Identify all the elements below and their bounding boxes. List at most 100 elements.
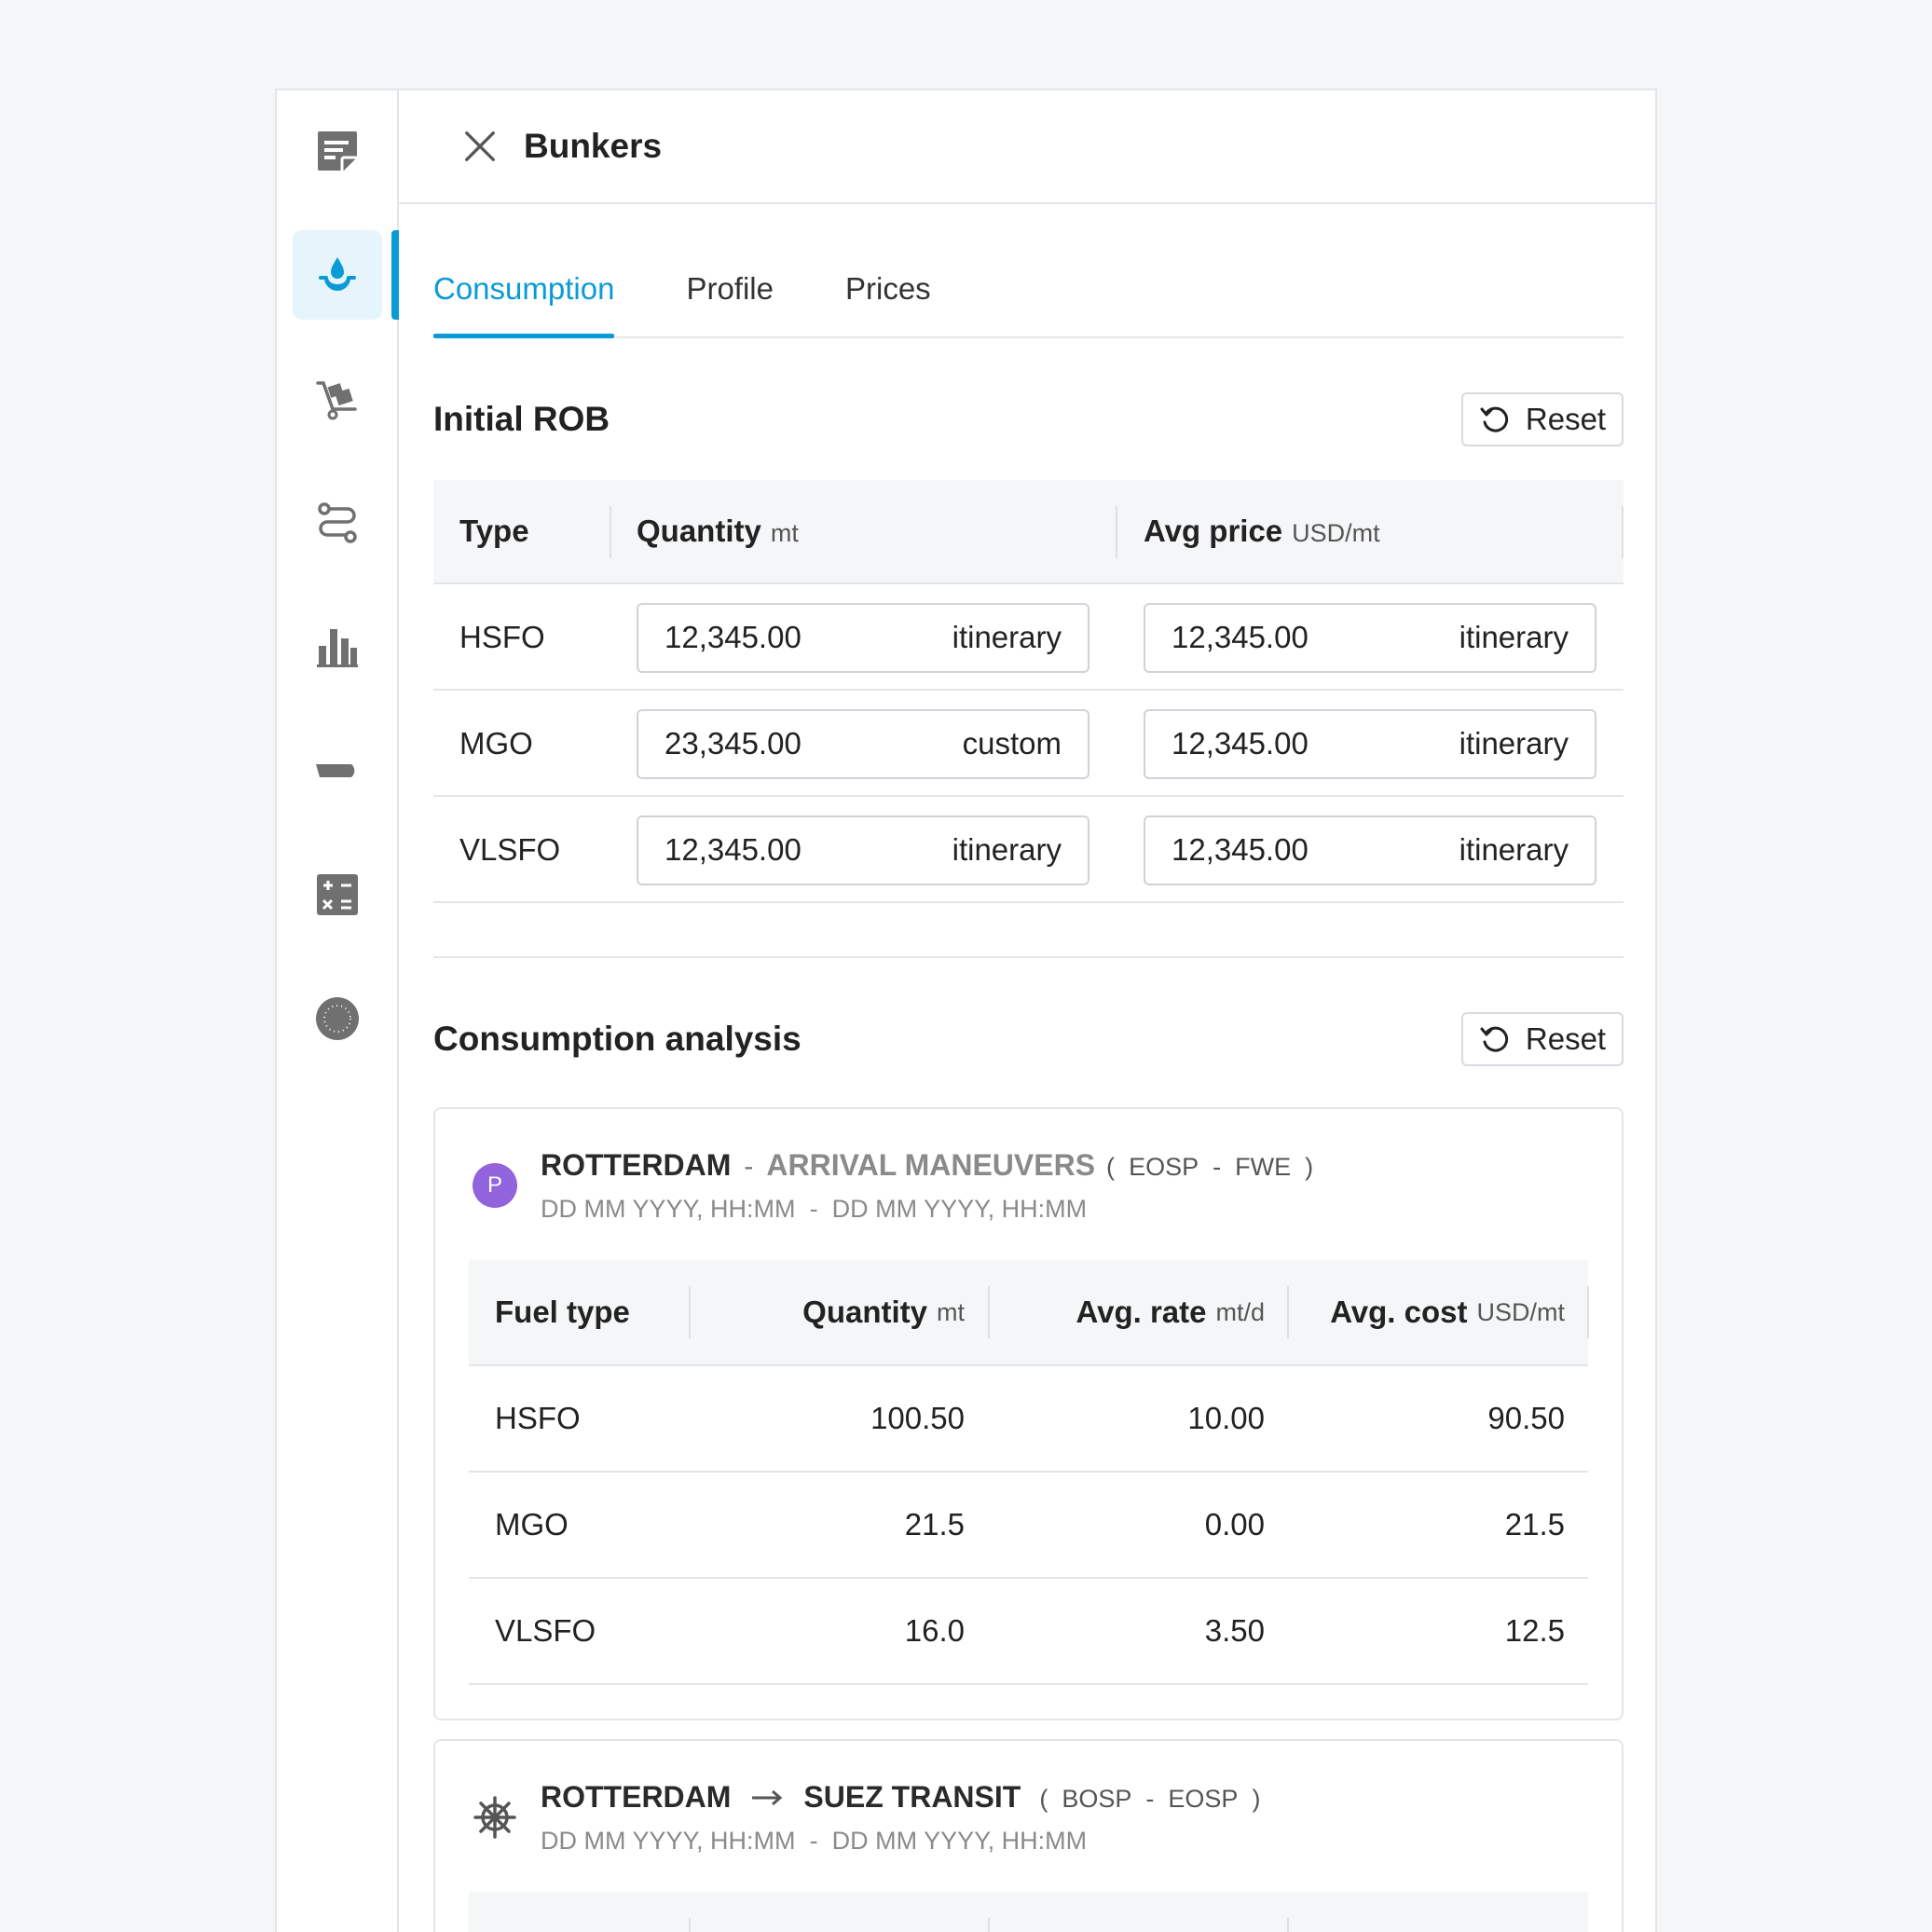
column-separator (988, 1918, 990, 1932)
cost-value: 90.50 (1487, 1401, 1565, 1435)
tab-prices[interactable]: Prices (845, 271, 931, 336)
price-value: 12,345.00 (1172, 620, 1309, 654)
port-badge: P (473, 1163, 517, 1208)
quantity-value: 23,345.00 (665, 726, 802, 760)
column-avg-cost-unit: USD/mt (1476, 1297, 1566, 1326)
column-fuel-type: Fuel type (495, 1295, 630, 1329)
reset-icon (1480, 406, 1509, 432)
port-name: ROTTERDAM (541, 1148, 732, 1182)
quantity-source: custom (962, 726, 1062, 760)
quantity-source: itinerary (952, 832, 1062, 867)
card-header: ROTTERDAM SUEZ TRANSIT ( BOSP - EOSP ) D… (435, 1741, 1622, 1892)
quantity-input[interactable]: 23,345.00 custom (637, 708, 1089, 779)
column-separator (1587, 1286, 1589, 1338)
price-value: 12,345.00 (1172, 726, 1309, 760)
table-row: HSFO 12,345.00 itinerary 12,345.00 itinera… (433, 584, 1624, 691)
sidebar-item-calculator[interactable] (293, 850, 382, 939)
column-separator (1116, 506, 1117, 558)
origin-port: ROTTERDAM (541, 1780, 732, 1814)
table-header (469, 1892, 1588, 1932)
reset-button[interactable]: Reset (1461, 392, 1624, 446)
price-input[interactable]: 12,345.00 itinerary (1144, 708, 1596, 779)
column-avg-price-label: Avg price (1144, 514, 1283, 548)
section-title: Consumption analysis (433, 1020, 802, 1058)
sidebar-active-indicator (391, 230, 399, 320)
event-range: ( EOSP - FWE ) (1106, 1153, 1313, 1182)
leg-route: ROTTERDAM SUEZ TRANSIT ( BOSP - EOSP ) (541, 1780, 1260, 1815)
panel-title: Bunkers (524, 127, 663, 165)
quantity-value: 16.0 (904, 1613, 965, 1648)
column-quantity-label: Quantity (802, 1295, 927, 1329)
row-divider (433, 901, 610, 903)
initial-rob-header: Initial ROB Reset (433, 338, 1624, 500)
quantity-source: itinerary (952, 620, 1062, 654)
section-title: Initial ROB (433, 400, 610, 438)
column-quantity-label: Quantity (637, 514, 761, 548)
date-from: DD MM YYYY, HH:MM (541, 1195, 796, 1223)
sidebar-item-route[interactable] (293, 478, 382, 568)
tab-consumption[interactable]: Consumption (433, 271, 615, 338)
column-separator (689, 1918, 691, 1932)
calculator-icon (317, 874, 358, 915)
price-value: 12,345.00 (1172, 832, 1309, 867)
column-avg-cost-label: Avg. cost (1330, 1295, 1468, 1329)
column-avg-rate-unit: mt/d (1215, 1297, 1265, 1326)
date-to: DD MM YYYY, HH:MM (831, 1827, 1088, 1855)
notes-icon (318, 131, 357, 171)
fuel-type: HSFO (459, 620, 545, 654)
column-quantity: Quantity mt (637, 514, 799, 549)
event-range: ( BOSP - EOSP ) (1039, 1785, 1260, 1814)
initial-rob-table: Type Quantity mt Avg price USD/mt HSFO 12,… (433, 480, 1624, 903)
activity-name: ARRIVAL MANEUVERS (766, 1148, 1096, 1182)
column-separator (1622, 506, 1624, 558)
consumption-card: ROTTERDAM SUEZ TRANSIT ( BOSP - EOSP ) D… (433, 1739, 1624, 1932)
event-paren-open: ( (1106, 1153, 1116, 1181)
quantity-input[interactable]: 12,345.00 itinerary (637, 815, 1089, 885)
table-row: VLSFO 12,345.00 itinerary 12,345.00 itiner… (433, 797, 1624, 903)
consumption-table: Fuel type Quantity mt Avg. rate mt/d Avg. … (469, 1260, 1589, 1685)
date-separator: - (809, 1195, 818, 1223)
sidebar (277, 90, 399, 1932)
quantity-value: 12,345.00 (665, 832, 802, 867)
reset-icon (1480, 1026, 1509, 1052)
fuel-drop-icon (319, 257, 356, 291)
close-button[interactable] (459, 125, 501, 168)
consumption-card: P ROTTERDAM - ARRIVAL MANEUVERS ( EOSP -… (433, 1107, 1624, 1720)
reset-button[interactable]: Reset (1461, 1012, 1624, 1066)
event-separator: - (1145, 1785, 1155, 1813)
leg-dates: DD MM YYYY, HH:MM - DD MM YYYY, HH:MM (541, 1827, 1087, 1856)
cost-value: 12.5 (1504, 1613, 1565, 1648)
table-row: MGO 21.5 0.00 21.5 (469, 1473, 1588, 1579)
quantity-value: 100.50 (870, 1401, 965, 1435)
price-input[interactable]: 12,345.00 itinerary (1144, 602, 1596, 673)
price-input[interactable]: 12,345.00 itinerary (1144, 815, 1596, 885)
sidebar-item-notes[interactable] (293, 106, 382, 196)
fuel-type: VLSFO (459, 832, 561, 867)
sidebar-item-globe[interactable] (293, 974, 382, 1063)
event-to: FWE (1235, 1153, 1292, 1181)
column-avg-cost: Avg. cost USD/mt (1287, 1260, 1565, 1364)
column-separator (1287, 1918, 1289, 1932)
tab-bar: Consumption Profile Prices (433, 204, 1624, 338)
quantity-value: 12,345.00 (665, 620, 802, 654)
table-row: HSFO 100.50 10.00 90.50 (469, 1366, 1588, 1473)
panel-header: Bunkers (399, 90, 1655, 204)
quantity-input[interactable]: 12,345.00 itinerary (637, 602, 1089, 673)
rate-value: 10.00 (1187, 1401, 1265, 1435)
tab-profile[interactable]: Profile (686, 271, 774, 336)
price-source: itinerary (1459, 620, 1569, 654)
sidebar-item-vessel[interactable] (293, 726, 382, 815)
card-header: P ROTTERDAM - ARRIVAL MANEUVERS ( EOSP -… (435, 1109, 1622, 1260)
reset-label: Reset (1525, 402, 1607, 436)
price-source: itinerary (1459, 726, 1569, 760)
sidebar-item-bunkers[interactable] (293, 230, 382, 320)
event-to: EOSP (1168, 1785, 1239, 1813)
consumption-analysis-header: Consumption analysis Reset (433, 958, 1624, 1120)
panel-content: Consumption Profile Prices Initial ROB R… (433, 204, 1624, 1932)
destination: SUEZ TRANSIT (803, 1780, 1021, 1814)
globe-icon (316, 997, 359, 1040)
sidebar-item-cargo[interactable] (293, 354, 382, 444)
sidebar-item-analytics[interactable] (293, 602, 382, 692)
table-row: MGO 23,345.00 custom 12,345.00 itinerary (433, 691, 1624, 797)
column-avg-price-unit: USD/mt (1292, 519, 1380, 547)
